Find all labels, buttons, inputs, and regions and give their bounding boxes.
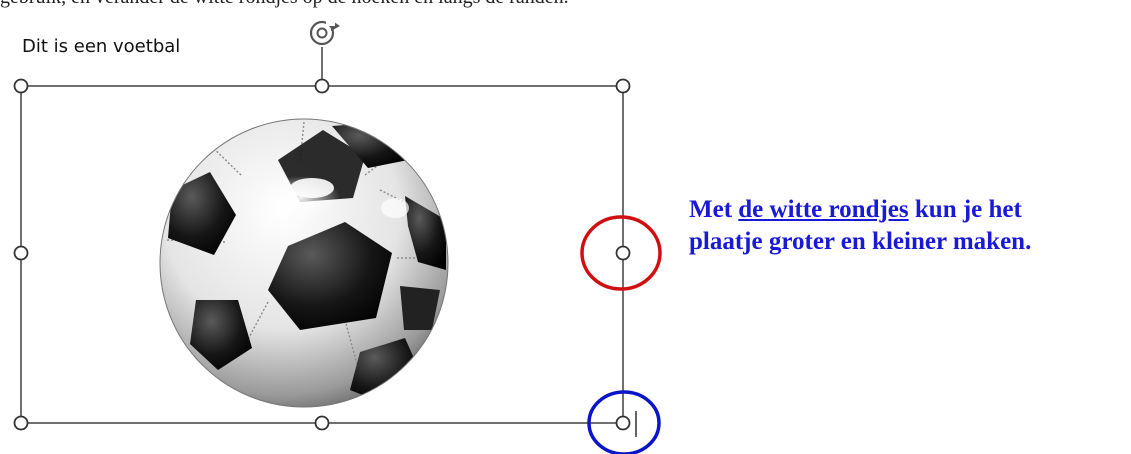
resize-handle-top-left[interactable] <box>13 78 29 94</box>
resize-handle-top-middle[interactable] <box>314 78 330 94</box>
resize-handle-top-right[interactable] <box>615 78 631 94</box>
rotate-handle-icon[interactable] <box>309 20 340 46</box>
resize-handle-bottom-right[interactable] <box>615 415 631 431</box>
instruction-text: Met de witte rondjes kun je het plaatje … <box>689 194 1129 258</box>
instruction-suffix: kun je het <box>908 196 1022 223</box>
instruction-prefix: Met <box>689 196 739 223</box>
instruction-line2: plaatje groter en kleiner maken. <box>689 228 1032 255</box>
soccer-ball-image[interactable] <box>159 118 449 408</box>
instruction-link[interactable]: de witte rondjes <box>738 196 908 223</box>
resize-handle-bottom-left[interactable] <box>13 415 29 431</box>
resize-handle-middle-right[interactable] <box>615 245 631 261</box>
resize-handle-bottom-middle[interactable] <box>314 415 330 431</box>
resize-handle-middle-left[interactable] <box>13 245 29 261</box>
